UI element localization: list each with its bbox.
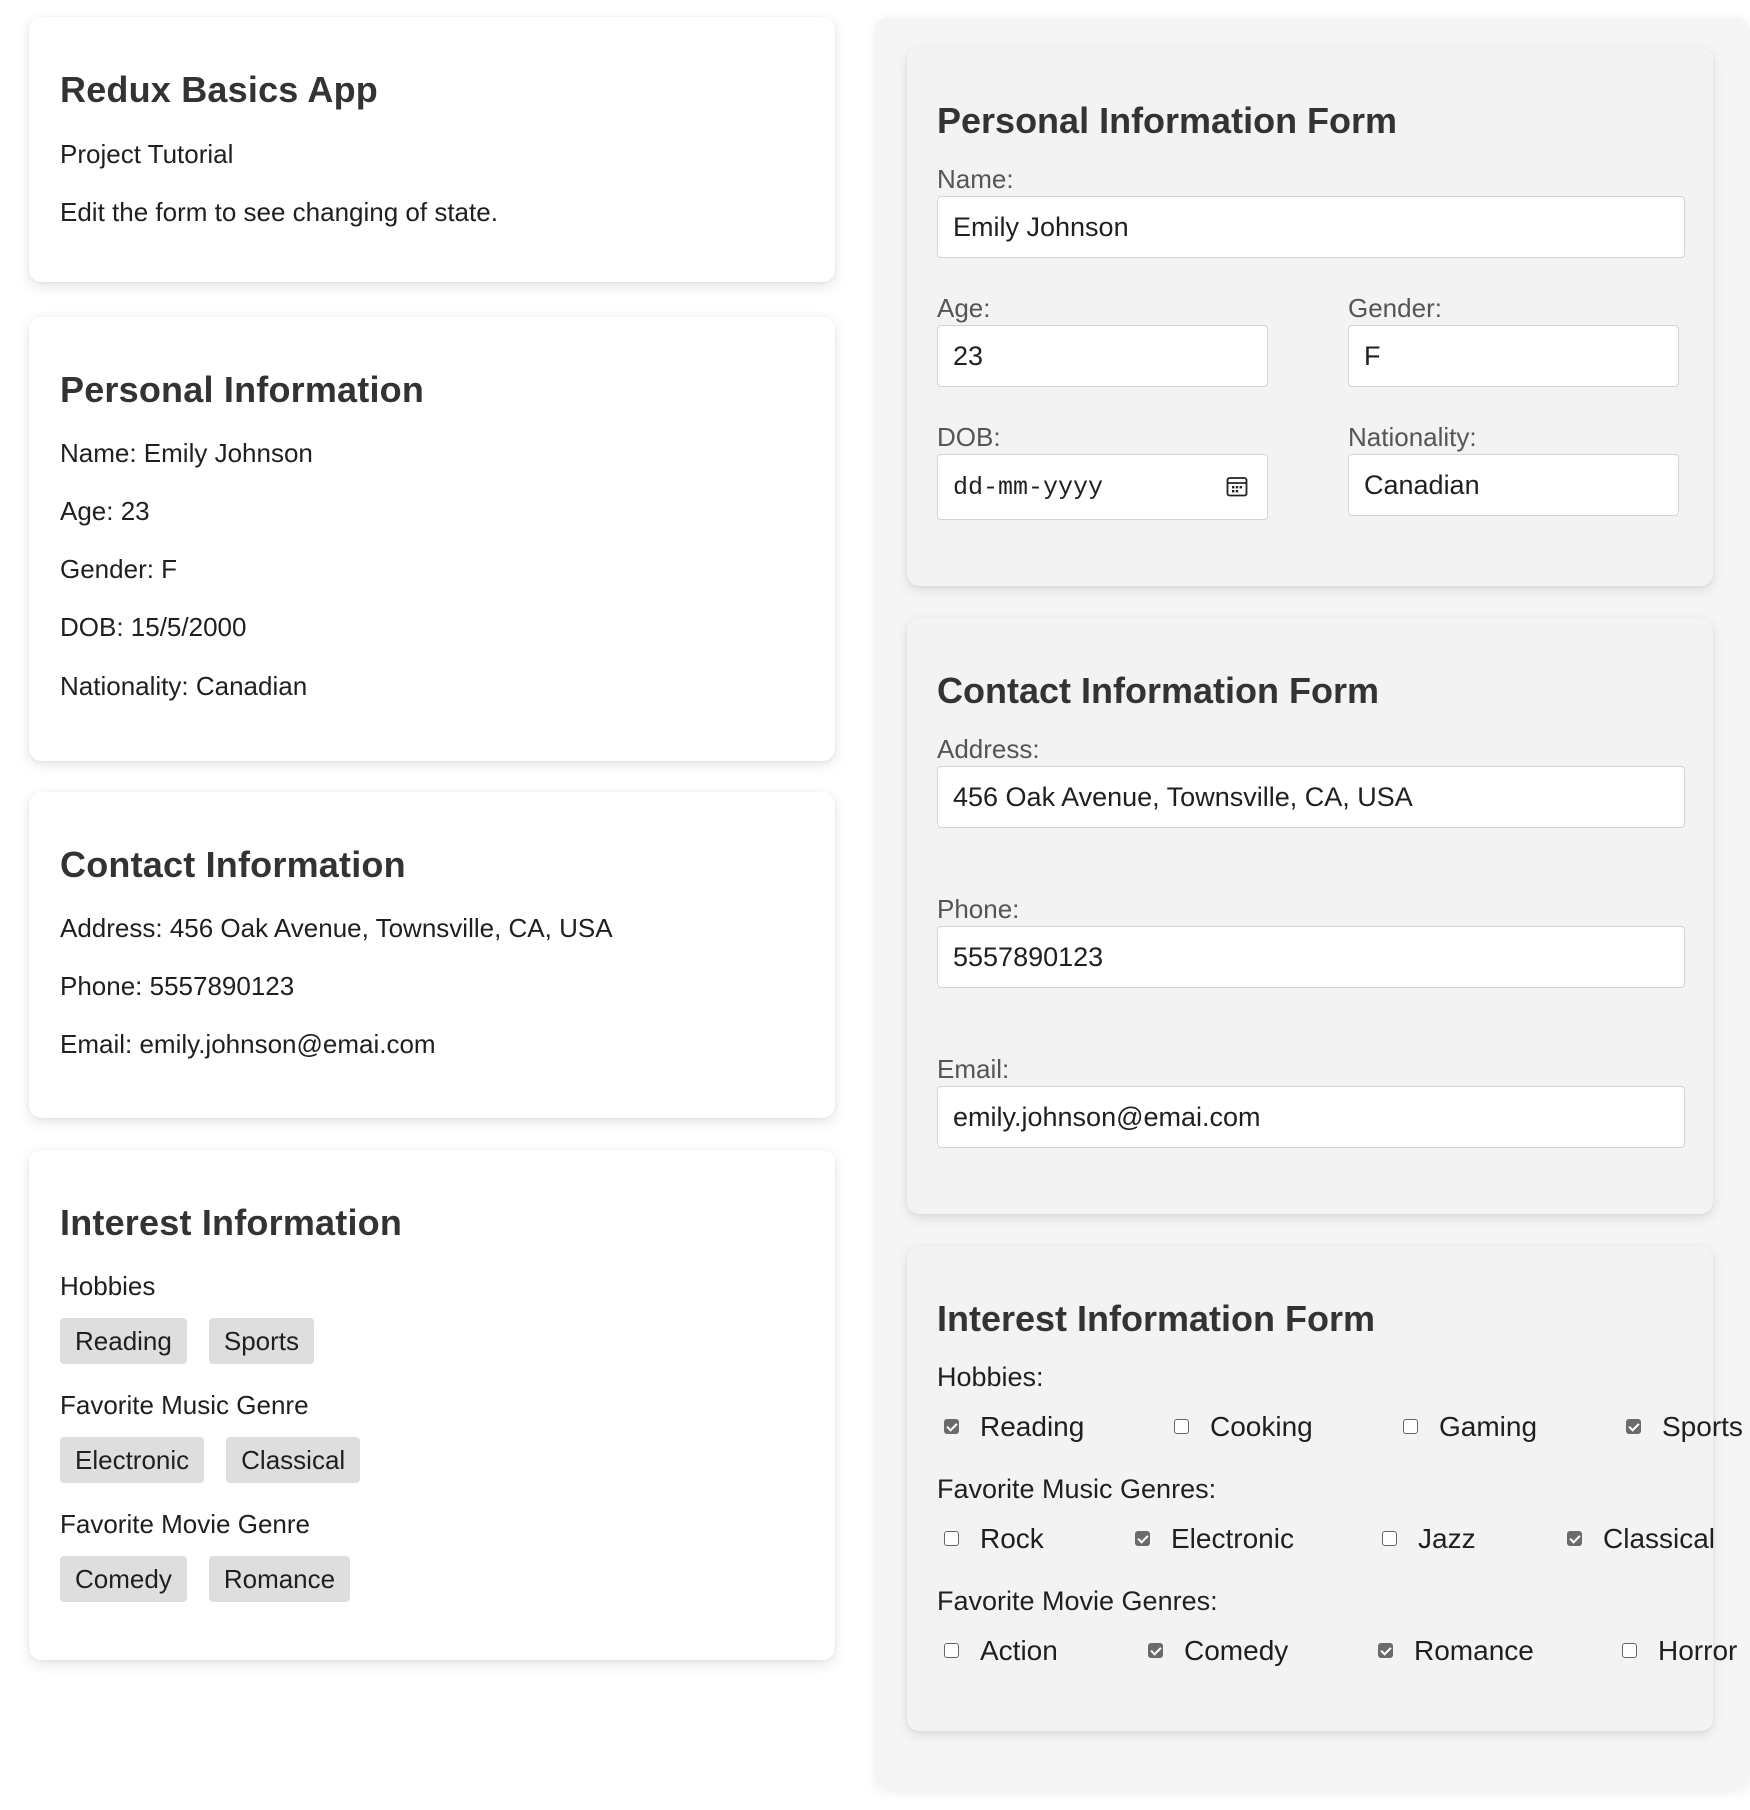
app-card: Redux Basics App Project Tutorial Edit t… xyxy=(29,17,835,282)
display-gender: Gender: F xyxy=(60,554,178,584)
contact-form-card: Contact Information Form Address: 456 Oa… xyxy=(907,618,1713,1214)
dob-input[interactable]: dd-mm-yyyy xyxy=(937,454,1268,520)
checkbox-movie-horror[interactable]: Horror xyxy=(1622,1635,1737,1667)
contact-info-card: Contact Information Address: 456 Oak Ave… xyxy=(29,792,835,1118)
interest-form-heading: Interest Information Form xyxy=(937,1298,1376,1339)
chip-hobby: Reading xyxy=(60,1318,187,1364)
nationality-label: Nationality: xyxy=(1348,422,1477,452)
address-input[interactable]: 456 Oak Avenue, Townsville, CA, USA xyxy=(937,766,1685,828)
checkbox-label: Electronic xyxy=(1171,1523,1294,1554)
interest-info-heading: Interest Information xyxy=(60,1202,403,1243)
checkbox-sports[interactable] xyxy=(1626,1418,1641,1434)
checkbox-label: Cooking xyxy=(1210,1411,1313,1442)
music-group: Favorite Music Genre Electronic Classica… xyxy=(60,1390,361,1483)
checkbox-movie-comedy[interactable]: Comedy xyxy=(1148,1635,1288,1667)
checkbox-gaming[interactable] xyxy=(1403,1418,1418,1434)
checkbox-label: Rock xyxy=(980,1523,1044,1554)
checkbox-action[interactable] xyxy=(944,1642,959,1658)
hobbies-label: Hobbies xyxy=(60,1271,156,1301)
movie-label: Favorite Movie Genre xyxy=(60,1509,310,1539)
display-address: Address: 456 Oak Avenue, Townsville, CA,… xyxy=(60,913,613,943)
checkbox-label: Romance xyxy=(1414,1635,1534,1666)
app-description: Edit the form to see changing of state. xyxy=(60,197,498,227)
checkbox-music-classical[interactable]: Classical xyxy=(1567,1523,1715,1555)
display-name: Name: Emily Johnson xyxy=(60,438,313,468)
hobbies-chips: Reading Sports xyxy=(60,1318,315,1364)
music-label: Favorite Music Genre xyxy=(60,1390,309,1420)
hobbies-form-label: Hobbies: xyxy=(937,1362,1044,1392)
contact-form-heading: Contact Information Form xyxy=(937,670,1379,711)
checkbox-reading[interactable] xyxy=(944,1418,959,1434)
checkbox-hobby-gaming[interactable]: Gaming xyxy=(1403,1411,1537,1443)
calendar-icon[interactable] xyxy=(1225,474,1249,498)
personal-info-heading: Personal Information xyxy=(60,369,425,410)
phone-label: Phone: xyxy=(937,894,1020,924)
age-label: Age: xyxy=(937,293,991,323)
age-input[interactable]: 23 xyxy=(937,325,1268,387)
phone-input[interactable]: 5557890123 xyxy=(937,926,1685,988)
email-input[interactable]: emily.johnson@emai.com xyxy=(937,1086,1685,1148)
dob-placeholder: dd-mm-yyyy xyxy=(953,472,1104,502)
gender-label: Gender: xyxy=(1348,293,1442,323)
checkbox-hobby-reading[interactable]: Reading xyxy=(944,1411,1084,1443)
display-age: Age: 23 xyxy=(60,496,150,526)
checkbox-label: Action xyxy=(980,1635,1058,1666)
address-label: Address: xyxy=(937,734,1040,764)
checkbox-classical[interactable] xyxy=(1567,1530,1582,1546)
checkbox-hobby-sports[interactable]: Sports xyxy=(1626,1411,1743,1443)
chip-movie: Comedy xyxy=(60,1556,187,1602)
checkbox-label: Classical xyxy=(1603,1523,1716,1554)
app-title: Redux Basics App xyxy=(60,69,378,110)
movie-form-label: Favorite Movie Genres: xyxy=(937,1586,1218,1616)
checkbox-music-jazz[interactable]: Jazz xyxy=(1382,1523,1476,1555)
name-input[interactable]: Emily Johnson xyxy=(937,196,1685,258)
checkbox-label: Horror xyxy=(1658,1635,1738,1666)
music-chips: Electronic Classical xyxy=(60,1437,361,1483)
checkbox-jazz[interactable] xyxy=(1382,1530,1397,1546)
interest-form-card: Interest Information Form Hobbies: Readi… xyxy=(907,1246,1743,1731)
checkbox-hobby-cooking[interactable]: Cooking xyxy=(1174,1411,1313,1443)
checkbox-label: Gaming xyxy=(1439,1411,1538,1442)
contact-info-heading: Contact Information xyxy=(60,844,406,885)
checkbox-rock[interactable] xyxy=(944,1530,959,1546)
display-email: Email: emily.johnson@emai.com xyxy=(60,1029,436,1059)
checkbox-label: Reading xyxy=(980,1411,1085,1442)
nationality-input[interactable]: Canadian xyxy=(1348,454,1679,516)
checkbox-label: Jazz xyxy=(1418,1523,1476,1554)
checkbox-label: Sports xyxy=(1662,1411,1743,1442)
interest-info-card: Interest Information Hobbies Reading Spo… xyxy=(29,1150,835,1660)
chip-music: Classical xyxy=(226,1437,361,1483)
checkbox-electronic[interactable] xyxy=(1135,1530,1150,1546)
personal-form-card: Personal Information Form Name: Emily Jo… xyxy=(907,48,1713,586)
email-label: Email: xyxy=(937,1054,1010,1084)
personal-form-heading: Personal Information Form xyxy=(937,100,1398,141)
checkbox-music-rock[interactable]: Rock xyxy=(944,1523,1044,1555)
dob-label: DOB: xyxy=(937,422,1001,452)
checkbox-horror[interactable] xyxy=(1622,1642,1637,1658)
movie-chips: Comedy Romance xyxy=(60,1556,351,1602)
checkbox-label: Comedy xyxy=(1184,1635,1289,1666)
name-label: Name: xyxy=(937,164,1014,194)
display-nationality: Nationality: Canadian xyxy=(60,671,308,701)
checkbox-movie-action[interactable]: Action xyxy=(944,1635,1058,1667)
app-subtitle: Project Tutorial xyxy=(60,139,234,169)
checkbox-comedy[interactable] xyxy=(1148,1642,1163,1658)
hobbies-group: Hobbies Reading Sports xyxy=(60,1271,315,1364)
music-form-label: Favorite Music Genres: xyxy=(937,1474,1217,1504)
display-phone: Phone: 5557890123 xyxy=(60,971,295,1001)
chip-music: Electronic xyxy=(60,1437,205,1483)
movie-group: Favorite Movie Genre Comedy Romance xyxy=(60,1509,351,1602)
chip-hobby: Sports xyxy=(208,1318,315,1364)
chip-movie: Romance xyxy=(208,1556,351,1602)
checkbox-romance[interactable] xyxy=(1378,1642,1393,1658)
checkbox-cooking[interactable] xyxy=(1174,1418,1189,1434)
display-dob: DOB: 15/5/2000 xyxy=(60,612,247,642)
personal-info-card: Personal Information Name: Emily Johnson… xyxy=(29,317,835,761)
gender-input[interactable]: F xyxy=(1348,325,1679,387)
checkbox-movie-romance[interactable]: Romance xyxy=(1378,1635,1534,1667)
checkbox-music-electronic[interactable]: Electronic xyxy=(1135,1523,1294,1555)
